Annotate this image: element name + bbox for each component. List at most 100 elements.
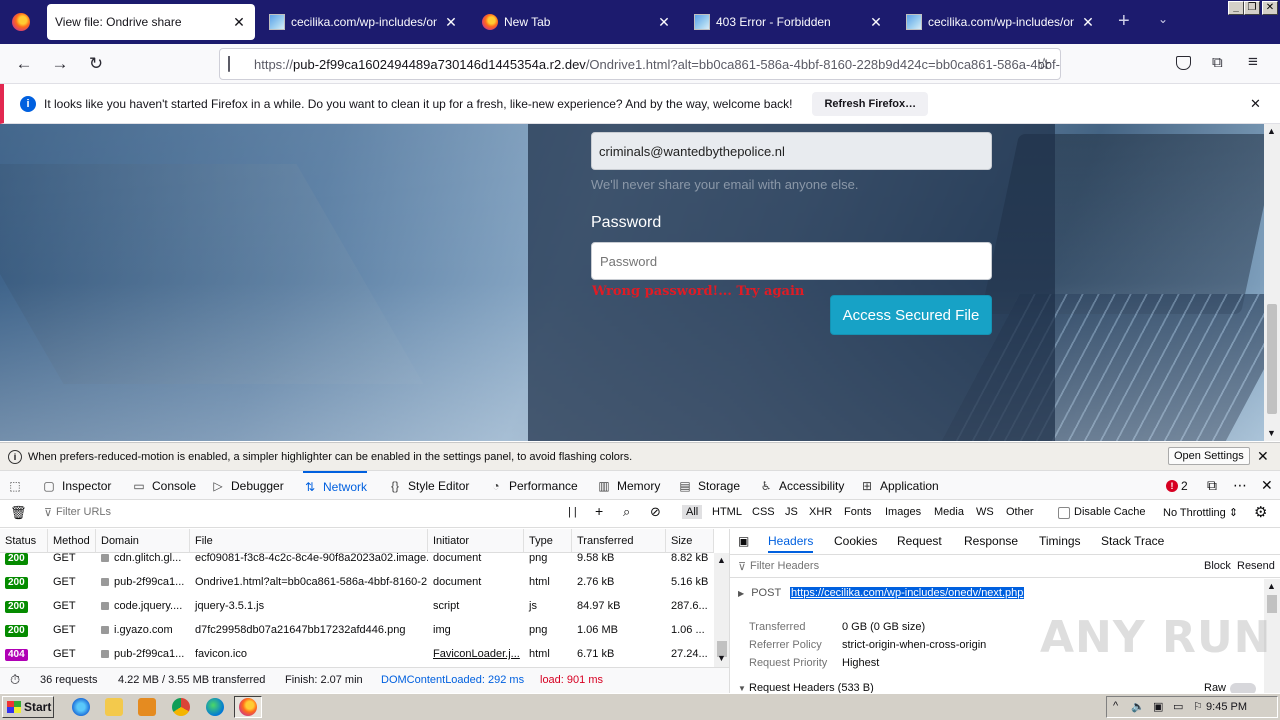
access-secured-file-button[interactable]: Access Secured File [830,295,992,335]
tab-console[interactable]: ▭ Console [132,471,196,500]
table-row[interactable]: 200 GET i.gyazo.com d7fc29958db07a21647bb17… [0,618,714,642]
start-button[interactable]: Start [2,696,54,718]
firefox-menu-icon[interactable] [12,13,30,31]
url-bar[interactable]: https://pub-2f99ca1602494489a730146d1445… [219,48,1061,80]
tab-request[interactable]: Request [897,529,942,553]
block-button[interactable]: Block [1204,560,1231,572]
block-icon[interactable]: ⊘ [650,504,661,520]
initiator-link[interactable]: FaviconLoader.j... [433,648,520,660]
close-icon[interactable]: ✕ [1261,471,1273,500]
tab-memory[interactable]: ▥ Memory [597,471,660,500]
settings-gear-icon[interactable]: ⚙ [1254,503,1267,521]
trash-icon[interactable]: 🗑 [10,505,27,521]
filter-xhr[interactable]: XHR [809,506,832,518]
filter-js[interactable]: JS [785,506,798,518]
stopwatch-icon[interactable]: ⏱ [10,672,20,688]
reload-icon[interactable]: ↻ [84,52,108,76]
edge-icon[interactable] [206,698,224,716]
table-row[interactable]: 200 GET cdn.glitch.gl... ecf09081-f3c8-4c2c… [0,546,714,570]
table-scrollbar[interactable]: ▲ ▼ [714,553,729,667]
scroll-up-icon[interactable]: ▲ [1267,581,1276,591]
list-all-tabs-icon[interactable]: ⌄ [1158,12,1168,26]
tab-3[interactable]: 403 Error - Forbidden ✕ [686,4,892,40]
close-icon[interactable]: ✕ [656,14,672,31]
tab-network[interactable]: ⇅ Network [303,471,368,500]
ie-icon[interactable] [72,698,90,716]
close-icon[interactable]: ✕ [1257,448,1269,465]
filter-images[interactable]: Images [885,506,921,518]
tab-application[interactable]: ⊞ Application [860,471,939,500]
tab-accessibility[interactable]: ♿ Accessibility [759,471,845,500]
tab-response[interactable]: Response [964,529,1018,553]
close-icon[interactable]: ✕ [868,14,884,31]
request-url[interactable]: https://cecilika.com/wp-includes/onedv/n… [790,587,1025,599]
filter-other[interactable]: Other [1006,506,1034,518]
scroll-down-icon[interactable]: ▼ [1267,428,1276,438]
media-player-icon[interactable] [138,698,156,716]
restore-icon[interactable]: ❐ [1244,1,1260,15]
minimize-icon[interactable]: _ [1228,1,1244,15]
flag-tray-icon[interactable]: ⚐ [1193,700,1203,713]
chrome-icon[interactable] [172,698,190,716]
filter-fonts[interactable]: Fonts [844,506,872,518]
raw-toggle-switch[interactable] [1230,683,1256,693]
pocket-icon[interactable] [1176,56,1191,70]
filter-headers-input[interactable]: Filter Headers [750,560,819,572]
scroll-down-icon[interactable]: ▼ [717,653,726,663]
search-icon[interactable]: ⌕ [623,504,630,520]
extensions-icon[interactable]: ⧉ [1212,54,1223,71]
filter-html[interactable]: HTML [712,506,742,518]
more-options-icon[interactable]: ⋯ [1233,471,1247,500]
tab-stack-trace[interactable]: Stack Trace [1101,529,1164,553]
hamburger-menu-icon[interactable]: ≡ [1248,52,1258,72]
table-row[interactable]: 200 GET pub-2f99ca1... Ondrive1.html?alt=bb… [0,570,714,594]
open-settings-button[interactable]: Open Settings [1168,447,1250,465]
scrollbar-thumb[interactable] [1267,595,1277,613]
tab-0[interactable]: View file: Ondrive share ✕ [47,4,255,40]
bookmark-star-icon[interactable]: ☆ [1037,54,1051,74]
filter-media[interactable]: Media [934,506,964,518]
network-tray-icon[interactable]: ▣ [1153,700,1163,713]
email-field[interactable]: criminals@wantedbythepolice.nl [591,132,992,170]
dock-icon[interactable]: ⧉ [1207,471,1217,500]
forward-arrow-icon[interactable]: → [48,52,72,76]
tab-style-editor[interactable]: {} Style Editor [388,471,469,500]
page-scrollbar[interactable]: ▲ ▼ [1264,124,1280,441]
close-icon[interactable]: ✕ [443,14,459,31]
request-headers-section[interactable]: Request Headers (533 B) [749,682,874,693]
pause-icon[interactable]: | | [568,506,577,518]
tab-timings[interactable]: Timings [1039,529,1081,553]
close-icon[interactable]: ✕ [1080,14,1096,31]
toggle-panel-icon[interactable]: ▣ [738,529,749,553]
shield-icon[interactable] [228,56,230,72]
filter-all[interactable]: All [682,505,703,519]
tray-expand-icon[interactable]: ^ [1113,700,1118,712]
filter-ws[interactable]: WS [976,506,994,518]
throttling-select[interactable]: No Throttling ⇕ [1163,506,1238,519]
tab-4[interactable]: cecilika.com/wp-includes/onedv/ne ✕ [898,4,1104,40]
filter-css[interactable]: CSS [752,506,775,518]
scroll-up-icon[interactable]: ▲ [717,555,726,565]
tab-cookies[interactable]: Cookies [834,529,877,553]
request-line[interactable]: ▶ POST https://cecilika.com/wp-includes/… [738,587,1025,599]
tab-1[interactable]: cecilika.com/wp-includes/onedv/ne ✕ [261,4,467,40]
resend-button[interactable]: Resend [1237,560,1275,572]
volume-icon[interactable]: 🔈 [1131,700,1145,713]
password-field[interactable] [591,242,992,280]
back-arrow-icon[interactable]: ← [12,52,36,76]
tab-debugger[interactable]: ▷ Debugger [211,471,283,500]
expand-triangle-icon[interactable]: ▼ [738,684,746,693]
element-picker-icon[interactable]: ⬚ [8,471,28,500]
tab-performance[interactable]: ◔ Performance [489,471,577,500]
close-icon[interactable]: ✕ [1250,96,1261,112]
scroll-up-icon[interactable]: ▲ [1267,126,1276,136]
error-count-badge[interactable]: ! 2 [1166,471,1188,500]
table-row[interactable]: 404 GET pub-2f99ca1... favicon.ico FaviconLo… [0,642,714,666]
display-icon[interactable]: ▭ [1173,700,1183,713]
disable-cache-checkbox[interactable] [1058,507,1070,519]
window-close-icon[interactable]: ✕ [1262,1,1278,15]
refresh-firefox-button[interactable]: Refresh Firefox… [812,91,929,116]
new-tab-icon[interactable]: + [1118,10,1130,33]
scrollbar-thumb[interactable] [1267,304,1277,414]
tab-inspector[interactable]: ▢ Inspector [42,471,111,500]
